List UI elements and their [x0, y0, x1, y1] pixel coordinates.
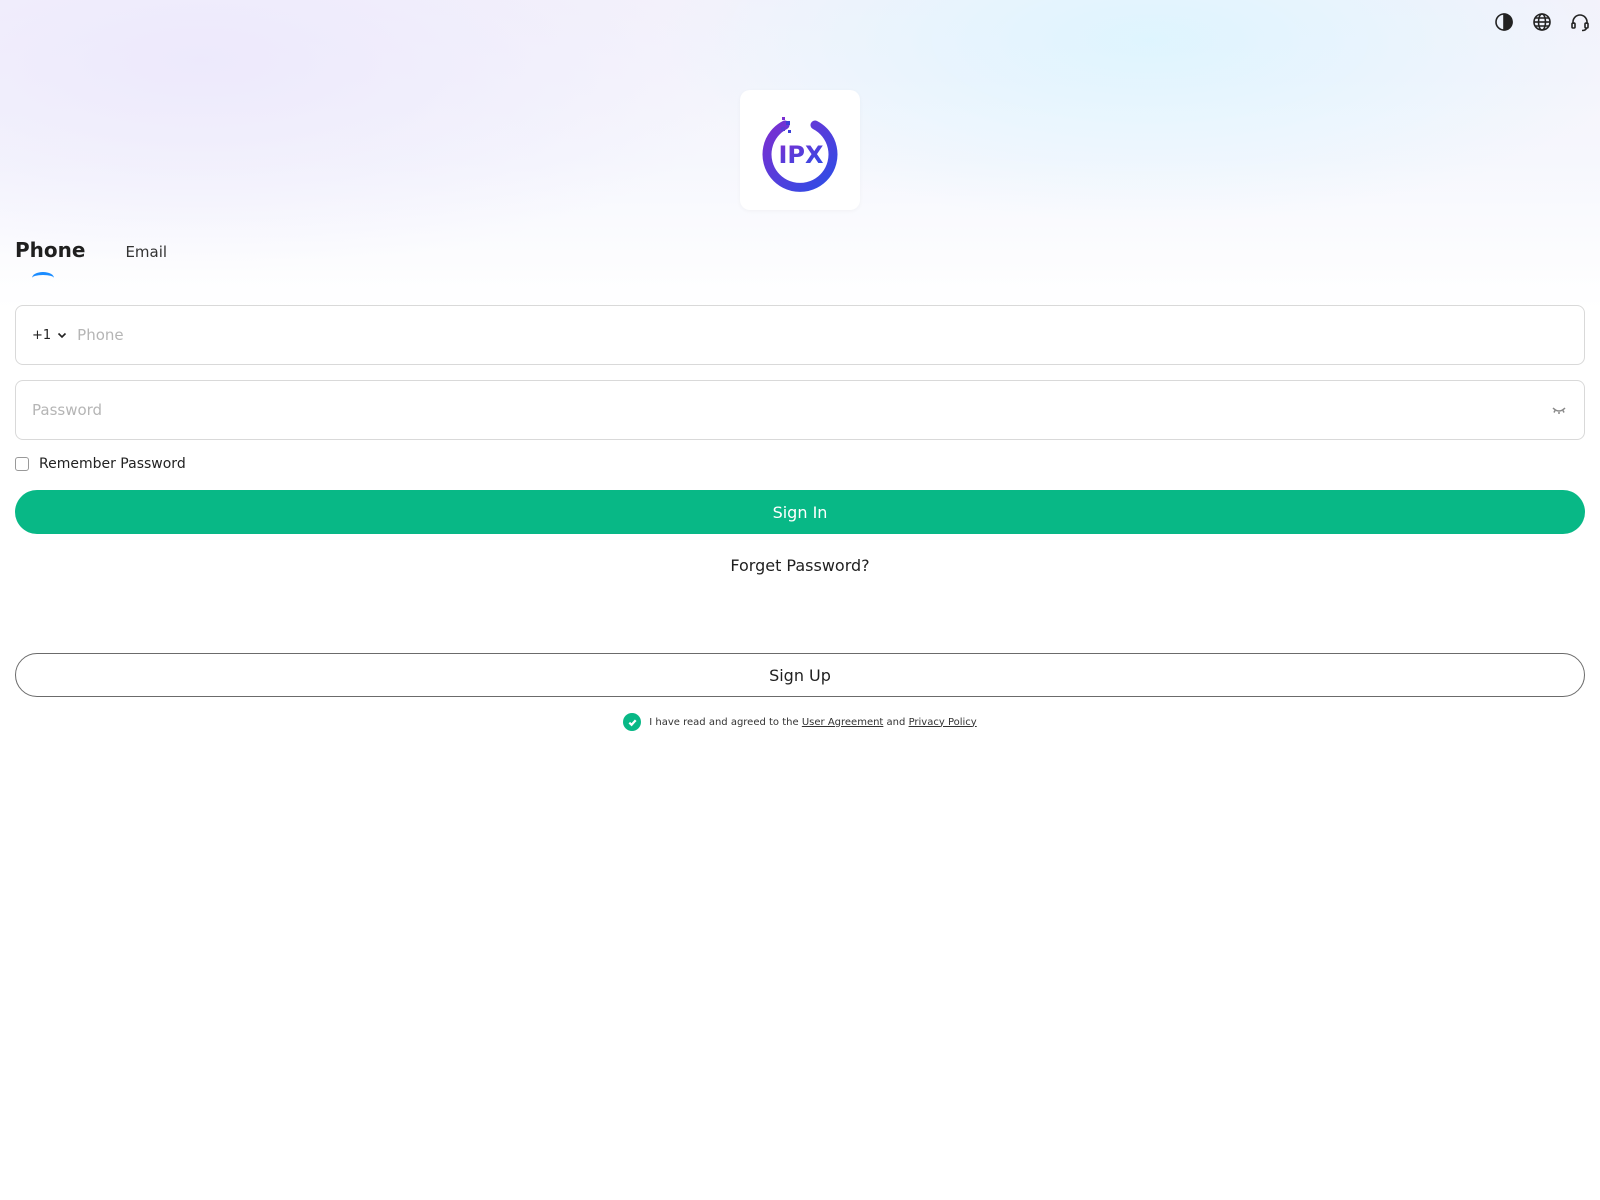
- top-toolbar: [1494, 12, 1590, 32]
- chevron-down-icon: [58, 332, 67, 339]
- agreement-and: and: [886, 716, 906, 728]
- agreement-checkbox[interactable]: [623, 713, 642, 731]
- active-tab-indicator: [32, 272, 54, 284]
- remember-password-label: Remember Password: [39, 456, 186, 472]
- password-input[interactable]: [32, 401, 1550, 419]
- privacy-policy-link[interactable]: Privacy Policy: [909, 717, 977, 728]
- eye-closed-icon[interactable]: [1550, 401, 1568, 419]
- login-page: IPX Phone Email +1 Remember Password Sig…: [0, 0, 1600, 1200]
- agreement-row: I have read and agreed to the User Agree…: [0, 713, 1600, 731]
- phone-input[interactable]: [77, 326, 1568, 344]
- user-agreement-link[interactable]: User Agreement: [802, 717, 884, 728]
- contrast-icon[interactable]: [1494, 12, 1514, 32]
- sign-in-button[interactable]: Sign In: [15, 490, 1585, 534]
- phone-field: +1: [15, 305, 1585, 365]
- tab-email[interactable]: Email: [125, 243, 167, 261]
- login-method-tabs: Phone Email: [15, 238, 167, 262]
- remember-password-checkbox[interactable]: [15, 457, 29, 471]
- agreement-text: I have read and agreed to the User Agree…: [649, 717, 976, 728]
- headset-icon[interactable]: [1570, 12, 1590, 32]
- tab-phone[interactable]: Phone: [15, 238, 85, 262]
- logo-text: IPX: [778, 141, 824, 169]
- remember-password: Remember Password: [15, 456, 186, 472]
- ipx-logo-icon: IPX: [762, 117, 838, 192]
- country-code-select[interactable]: +1: [32, 328, 67, 343]
- app-logo: IPX: [740, 90, 860, 210]
- check-icon: [628, 718, 637, 726]
- sign-up-button[interactable]: Sign Up: [15, 653, 1585, 697]
- globe-icon[interactable]: [1532, 12, 1552, 32]
- forget-password-link[interactable]: Forget Password?: [0, 556, 1600, 575]
- password-field: [15, 380, 1585, 440]
- country-code-value: +1: [32, 327, 52, 343]
- agreement-prefix: I have read and agreed to the: [649, 716, 799, 728]
